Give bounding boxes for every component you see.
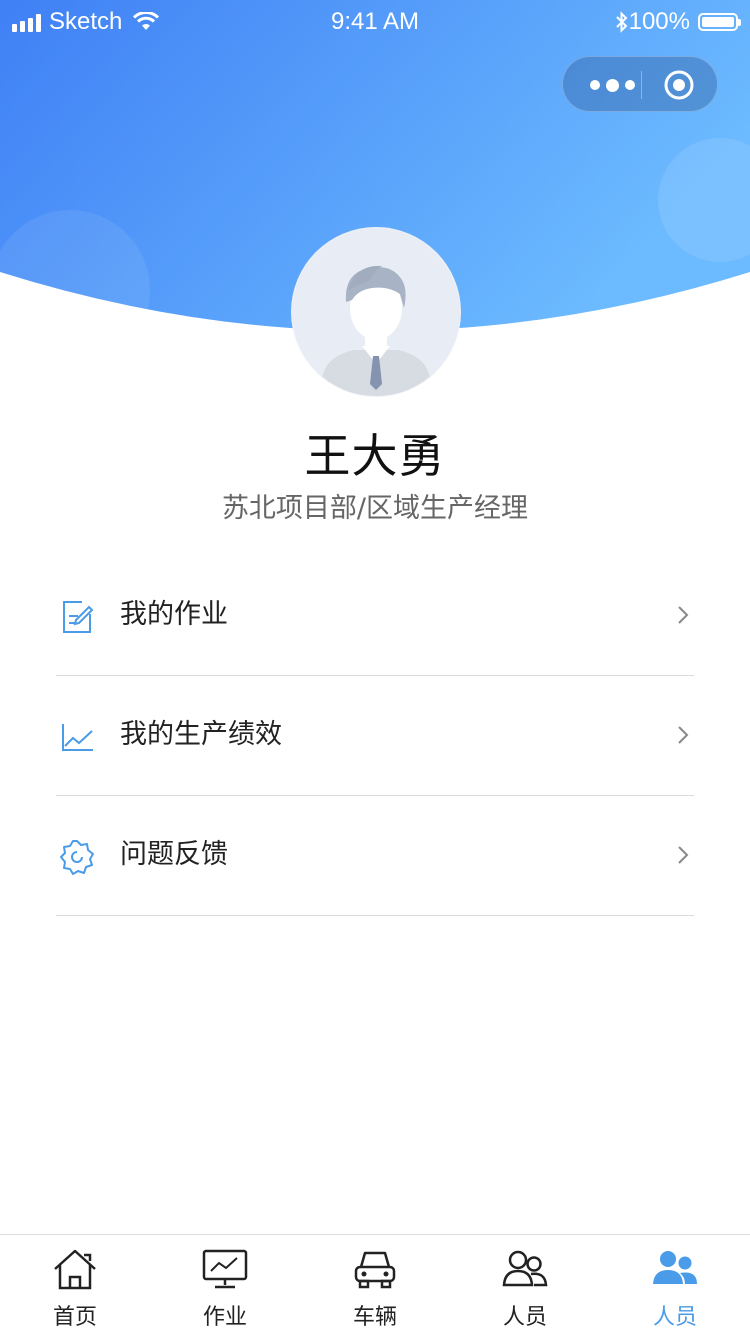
battery-icon <box>698 13 741 31</box>
tab-people[interactable]: 人员 <box>450 1235 600 1335</box>
menu-item-my-performance[interactable]: 我的生产绩效 <box>56 676 694 796</box>
battery-level <box>702 17 734 27</box>
chevron-right-icon <box>678 846 689 864</box>
tab-label: 人员 <box>502 1305 547 1330</box>
car-icon <box>354 1251 396 1289</box>
home-icon <box>54 1249 96 1290</box>
close-target-icon[interactable] <box>663 69 695 101</box>
user-name: 王大勇 <box>304 429 446 483</box>
status-bar: Sketch 9:41 AM 100% <box>0 0 750 44</box>
tab-bar: 首页 作业 车辆 人员 人员 <box>0 1234 750 1335</box>
menu-item-label: 问题反馈 <box>120 839 228 870</box>
tab-label: 车辆 <box>352 1305 397 1330</box>
tab-home[interactable]: 首页 <box>0 1235 150 1335</box>
tab-label: 人员 <box>652 1305 697 1330</box>
monitor-chart-icon <box>202 1249 248 1289</box>
tab-label: 作业 <box>202 1305 247 1330</box>
profile-menu: 我的作业 我的生产绩效 问题反馈 <box>56 556 694 916</box>
menu-item-label: 我的作业 <box>120 599 228 630</box>
more-icon[interactable] <box>581 57 643 113</box>
chevron-right-icon <box>678 606 689 624</box>
mini-program-capsule <box>562 56 718 112</box>
tab-work[interactable]: 作业 <box>150 1235 300 1335</box>
line-chart-icon <box>62 724 93 751</box>
users-outline-icon <box>502 1250 548 1287</box>
tab-vehicles[interactable]: 车辆 <box>300 1235 450 1335</box>
menu-item-feedback[interactable]: 问题反馈 <box>56 796 694 916</box>
battery-percent: 100% <box>628 8 690 35</box>
menu-item-my-work[interactable]: 我的作业 <box>56 556 694 676</box>
tab-people-active[interactable]: 人员 <box>600 1235 750 1335</box>
menu-item-label: 我的生产绩效 <box>120 719 282 750</box>
bluetooth-icon <box>615 11 628 33</box>
chevron-right-icon <box>678 726 689 744</box>
user-title: 苏北项目部/区域生产经理 <box>221 493 529 524</box>
capsule-divider <box>641 71 642 99</box>
edit-document-icon <box>63 601 94 633</box>
default-avatar-icon[interactable] <box>292 228 460 396</box>
users-filled-icon <box>653 1251 697 1284</box>
gear-icon <box>60 840 94 875</box>
tab-label: 首页 <box>52 1305 97 1330</box>
